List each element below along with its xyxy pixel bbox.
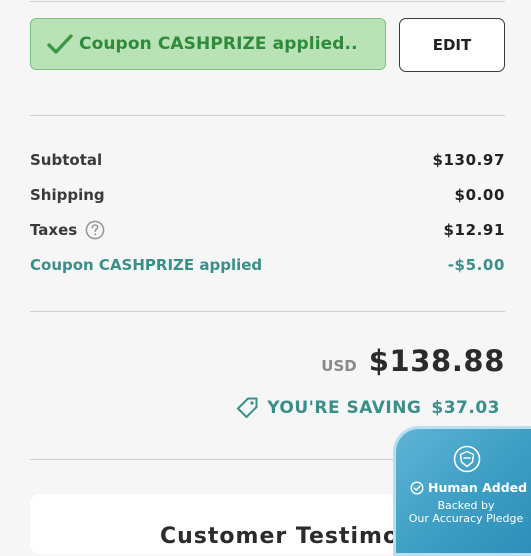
coupon-discount-value: -$5.00 xyxy=(447,256,505,274)
badge-title-text: Human Added xyxy=(428,480,528,495)
shield-icon xyxy=(453,445,481,473)
shipping-label: Shipping xyxy=(30,186,105,204)
top-divider xyxy=(30,1,505,2)
coupon-applied-banner: Coupon CASHPRIZE applied.. xyxy=(30,18,386,70)
subtotal-row: Subtotal $130.97 xyxy=(30,148,505,172)
savings-summary: YOU'RE SAVING $37.03 xyxy=(235,396,500,420)
taxes-label-group: Taxes xyxy=(30,220,105,240)
divider xyxy=(30,115,505,116)
edit-coupon-button[interactable]: EDIT xyxy=(399,18,505,72)
check-circle-icon xyxy=(410,480,424,495)
divider xyxy=(30,311,505,312)
help-icon[interactable] xyxy=(85,220,105,240)
badge-subtitle-line2: Our Accuracy Pledge xyxy=(408,512,524,525)
price-tag-icon xyxy=(235,396,259,420)
savings-label: YOU'RE SAVING xyxy=(267,398,422,418)
checkmark-icon xyxy=(47,33,73,55)
subtotal-value: $130.97 xyxy=(432,151,505,169)
badge-subtitle: Backed by Our Accuracy Pledge xyxy=(396,499,531,525)
coupon-banner-text: Coupon CASHPRIZE applied.. xyxy=(79,34,358,54)
total-amount: $138.88 xyxy=(368,344,505,378)
taxes-label: Taxes xyxy=(30,221,78,239)
shipping-value: $0.00 xyxy=(454,186,505,204)
total-currency: USD xyxy=(321,357,357,375)
taxes-value: $12.91 xyxy=(443,221,505,239)
coupon-discount-row: Coupon CASHPRIZE applied -$5.00 xyxy=(30,253,505,277)
coupon-discount-label: Coupon CASHPRIZE applied xyxy=(30,256,263,274)
badge-subtitle-line1: Backed by xyxy=(437,499,495,512)
human-added-badge[interactable]: Human Added Backed by Our Accuracy Pledg… xyxy=(393,426,531,556)
badge-title: Human Added xyxy=(410,480,527,495)
order-total: USD $138.88 xyxy=(321,344,505,378)
subtotal-label: Subtotal xyxy=(30,151,103,169)
savings-amount: $37.03 xyxy=(431,398,500,418)
shipping-row: Shipping $0.00 xyxy=(30,183,505,207)
taxes-row: Taxes $12.91 xyxy=(30,218,505,242)
